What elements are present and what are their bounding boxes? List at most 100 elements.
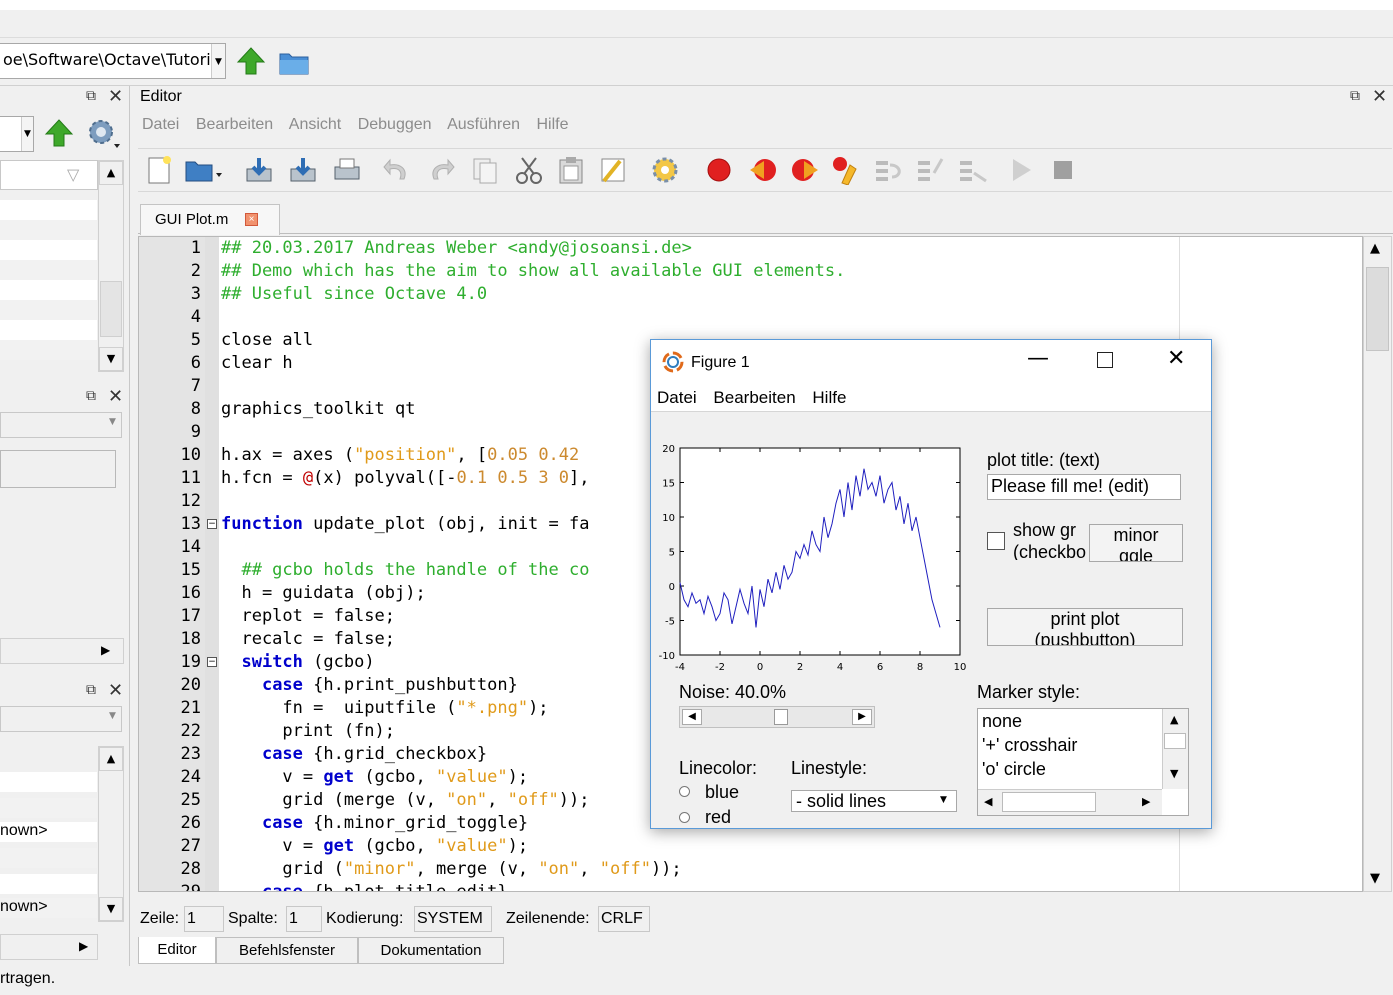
minimize-icon[interactable]: — <box>1027 346 1049 371</box>
maximize-icon[interactable] <box>1097 352 1113 368</box>
marker-vscrollbar[interactable]: ▲ ▼ <box>1162 709 1188 789</box>
next-breakpoint-icon[interactable] <box>790 155 820 185</box>
chevron-down-icon[interactable]: ▼ <box>109 711 116 721</box>
up-directory-icon[interactable] <box>44 118 74 148</box>
browse-folder-icon[interactable] <box>278 48 310 76</box>
scroll-down-icon[interactable]: ▼ <box>1370 871 1380 886</box>
tab-gui-plot[interactable]: GUI Plot.m × <box>140 204 280 235</box>
grid-checkbox[interactable] <box>987 532 1005 550</box>
step-over-icon[interactable] <box>874 155 904 185</box>
clear-breakpoints-icon[interactable] <box>830 155 860 185</box>
scroll-right-icon[interactable]: ▶ <box>79 939 88 953</box>
scroll-up-icon[interactable]: ▲ <box>1370 241 1380 256</box>
menu-ausfuehren[interactable]: Ausführen <box>447 116 520 133</box>
editor-vscrollbar[interactable]: ▲ ▼ <box>1363 236 1392 892</box>
previous-breakpoint-icon[interactable] <box>748 155 778 185</box>
open-file-icon[interactable] <box>184 155 224 185</box>
minor-grid-toggle[interactable]: minor ggle button) <box>1089 524 1183 562</box>
menu-bearbeiten[interactable]: Bearbeiten <box>196 116 273 133</box>
column-header[interactable]: ▽ <box>0 160 98 190</box>
undock-icon[interactable]: ⧉ <box>86 388 96 404</box>
history-scrollbar[interactable]: ▲ ▼ <box>98 746 124 922</box>
menu-hilfe[interactable]: Hilfe <box>812 388 846 407</box>
paste-icon[interactable] <box>556 155 586 185</box>
list-item[interactable] <box>0 240 97 260</box>
list-item[interactable] <box>0 280 97 300</box>
close-icon[interactable]: ✕ <box>1167 346 1185 371</box>
close-icon[interactable]: ✕ <box>108 86 123 107</box>
chevron-down-icon[interactable]: ▼ <box>211 44 225 78</box>
step-out-icon[interactable] <box>958 155 988 185</box>
scroll-down-icon[interactable]: ▼ <box>99 897 123 921</box>
marker-option-none[interactable]: none <box>982 711 1022 732</box>
redo-icon[interactable] <box>426 155 456 185</box>
plot-title-edit[interactable]: Please fill me! (edit) <box>987 474 1181 500</box>
gear-icon[interactable] <box>84 116 120 150</box>
fold-toggle-icon[interactable]: − <box>207 657 217 667</box>
history-item[interactable]: nown> <box>0 898 97 918</box>
menu-datei[interactable]: Datei <box>142 116 179 133</box>
linecolor-red-radio[interactable] <box>679 812 690 823</box>
history-item[interactable]: nown> <box>0 822 97 842</box>
scroll-down-icon[interactable]: ▼ <box>1170 767 1178 780</box>
menu-datei[interactable]: Datei <box>657 388 697 407</box>
fold-toggle-icon[interactable]: − <box>207 519 217 529</box>
list-item[interactable] <box>0 848 97 868</box>
marker-listbox[interactable]: none '+' crosshair 'o' circle ▲ ▼ ◀ ▶ <box>977 708 1189 816</box>
list-item[interactable] <box>0 340 97 360</box>
list-item[interactable] <box>0 874 97 894</box>
chevron-down-icon[interactable]: ▼ <box>21 117 33 151</box>
close-icon[interactable]: ✕ <box>108 386 123 407</box>
scroll-up-icon[interactable]: ▲ <box>99 161 123 185</box>
marker-option-circle[interactable]: 'o' circle <box>982 759 1046 780</box>
file-list-scrollbar[interactable]: ▲ ▼ <box>98 160 124 372</box>
scroll-left-icon[interactable]: ◀ <box>984 795 992 808</box>
undock-icon[interactable]: ⧉ <box>86 88 96 104</box>
save-icon[interactable] <box>244 155 274 185</box>
new-file-icon[interactable] <box>144 155 174 185</box>
plot-axes[interactable]: -4 -2 0 2 4 6 8 10 -10 -5 0 5 10 15 20 <box>657 440 969 672</box>
undock-icon[interactable]: ⧉ <box>1350 88 1360 104</box>
step-in-icon[interactable] <box>916 155 946 185</box>
scroll-up-icon[interactable]: ▲ <box>99 747 123 771</box>
list-item[interactable] <box>0 220 97 240</box>
continue-icon[interactable] <box>1006 155 1036 185</box>
figure-titlebar[interactable]: Figure 1 — ✕ <box>651 340 1211 384</box>
slider-thumb[interactable] <box>774 709 789 725</box>
noise-slider[interactable]: ◀ ▶ <box>679 706 875 728</box>
save-as-icon[interactable] <box>288 155 318 185</box>
list-item[interactable] <box>0 300 97 320</box>
tab-dokumentation[interactable]: Dokumentation <box>358 937 504 964</box>
list-item[interactable] <box>0 798 97 818</box>
toggle-breakpoint-icon[interactable] <box>704 155 734 185</box>
cut-icon[interactable] <box>514 155 544 185</box>
list-item[interactable] <box>0 200 97 220</box>
undock-icon[interactable]: ⧉ <box>86 682 96 698</box>
scroll-thumb[interactable] <box>1002 792 1096 812</box>
scroll-right-icon[interactable]: ▶ <box>1142 795 1150 808</box>
tab-editor[interactable]: Editor <box>138 937 216 964</box>
menu-debuggen[interactable]: Debuggen <box>358 116 432 133</box>
scroll-right-icon[interactable]: ▶ <box>101 643 110 657</box>
marker-hscrollbar[interactable]: ◀ ▶ <box>978 789 1162 815</box>
stop-debug-icon[interactable] <box>1048 155 1078 185</box>
scroll-down-icon[interactable]: ▼ <box>99 347 123 371</box>
scroll-thumb[interactable] <box>1164 733 1186 749</box>
list-item[interactable] <box>0 772 97 792</box>
history-filter-combobox[interactable]: ▼ <box>0 706 122 732</box>
copy-icon[interactable] <box>470 155 500 185</box>
menu-ansicht[interactable]: Ansicht <box>289 116 341 133</box>
close-icon[interactable]: ✕ <box>108 680 123 701</box>
chevron-down-icon[interactable]: ▼ <box>940 795 947 805</box>
tab-befehlsfenster[interactable]: Befehlsfenster <box>216 937 358 964</box>
scroll-thumb[interactable] <box>1366 267 1389 351</box>
print-plot-button[interactable]: print plot (pushbutton) <box>987 608 1183 646</box>
print-icon[interactable] <box>332 155 362 185</box>
find-replace-icon[interactable] <box>598 155 628 185</box>
linestyle-popup[interactable]: - solid lines ▼ <box>791 790 957 812</box>
parent-directory-icon[interactable] <box>236 46 266 76</box>
directory-combobox[interactable]: oe\Software\Octave\Tutorial ▼ <box>0 43 226 79</box>
undo-icon[interactable] <box>382 155 412 185</box>
scroll-up-icon[interactable]: ▲ <box>1170 713 1178 726</box>
close-icon[interactable]: × <box>245 213 258 226</box>
